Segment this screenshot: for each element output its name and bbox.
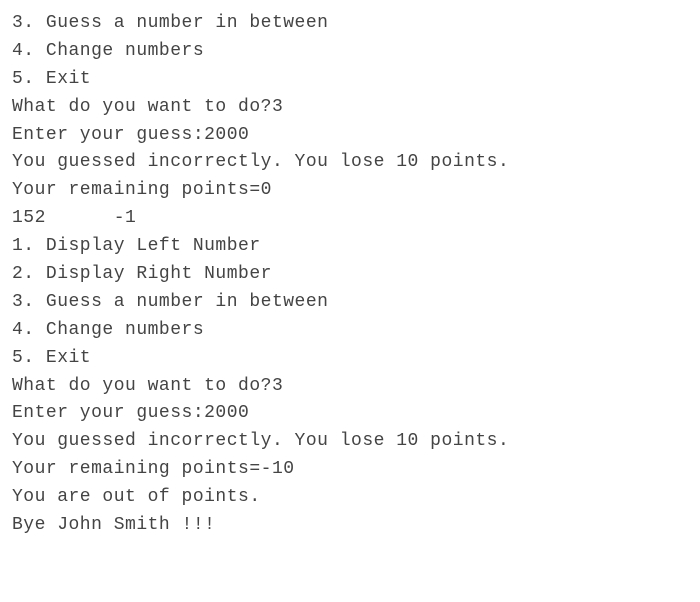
menu-option-4: 4. Change numbers xyxy=(12,317,688,345)
menu-option-3: 3. Guess a number in between xyxy=(12,10,688,38)
prompt-choice: What do you want to do?3 xyxy=(12,94,688,122)
menu-option-4: 4. Change numbers xyxy=(12,38,688,66)
prompt-guess: Enter your guess:2000 xyxy=(12,400,688,428)
menu-option-1: 1. Display Left Number xyxy=(12,233,688,261)
numbers-display: 152 -1 xyxy=(12,205,688,233)
points-remaining: Your remaining points=0 xyxy=(12,177,688,205)
menu-option-2: 2. Display Right Number xyxy=(12,261,688,289)
prompt-guess: Enter your guess:2000 xyxy=(12,122,688,150)
result-incorrect: You guessed incorrectly. You lose 10 poi… xyxy=(12,428,688,456)
result-incorrect: You guessed incorrectly. You lose 10 poi… xyxy=(12,149,688,177)
terminal-output: 3. Guess a number in between 4. Change n… xyxy=(12,10,688,540)
menu-option-5: 5. Exit xyxy=(12,66,688,94)
prompt-choice: What do you want to do?3 xyxy=(12,373,688,401)
out-of-points: You are out of points. xyxy=(12,484,688,512)
menu-option-5: 5. Exit xyxy=(12,345,688,373)
points-remaining: Your remaining points=-10 xyxy=(12,456,688,484)
menu-option-3: 3. Guess a number in between xyxy=(12,289,688,317)
goodbye-message: Bye John Smith !!! xyxy=(12,512,688,540)
